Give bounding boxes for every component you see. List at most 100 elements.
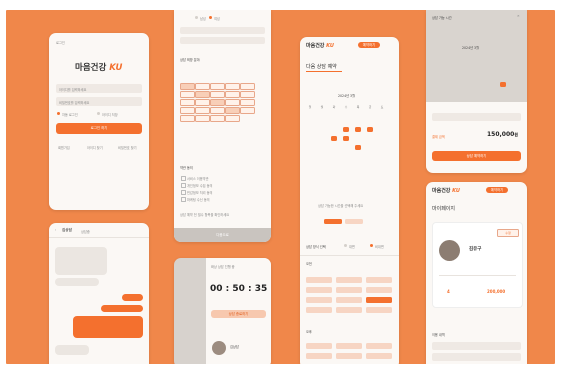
gender-radio-male[interactable] — [195, 16, 198, 19]
method-radio-online[interactable] — [370, 244, 373, 247]
gender-radio-female[interactable] — [209, 16, 212, 19]
price-unit: 원 — [514, 132, 519, 137]
time-slot[interactable] — [366, 277, 392, 283]
time-slot[interactable] — [366, 343, 392, 349]
topic-tag[interactable] — [225, 107, 240, 114]
brand-name: 마음건강 — [432, 188, 451, 194]
time-slot[interactable] — [366, 353, 392, 359]
topic-tag[interactable] — [195, 99, 210, 106]
topic-tag[interactable] — [210, 83, 225, 90]
time-slot[interactable] — [306, 353, 332, 359]
date-selected[interactable] — [355, 127, 361, 132]
date-selected[interactable] — [343, 127, 349, 132]
user-name: 김유구 — [469, 247, 482, 252]
history-item[interactable] — [432, 342, 521, 350]
avatar — [212, 341, 226, 355]
time-slot[interactable] — [336, 343, 362, 349]
divider — [49, 237, 149, 238]
agree-checkbox[interactable] — [181, 183, 186, 188]
time-slot[interactable] — [306, 307, 332, 313]
topic-tag[interactable] — [195, 83, 210, 90]
time-slot[interactable] — [366, 287, 392, 293]
close-icon[interactable]: ✕ — [517, 14, 520, 18]
topic-tag[interactable] — [180, 115, 195, 122]
topic-tag[interactable] — [180, 91, 195, 98]
date-selected[interactable] — [500, 82, 506, 87]
weekday-label: 일 — [308, 105, 312, 109]
pay-button[interactable]: 상담 예약하기 — [432, 151, 521, 161]
signup-link[interactable]: 회원가입 — [58, 145, 70, 150]
end-session-button[interactable]: 상담 종료하기 — [211, 310, 266, 318]
topic-tag[interactable] — [225, 83, 240, 90]
topic-tag[interactable] — [240, 107, 255, 114]
topic-tag[interactable] — [225, 99, 240, 106]
topic-tag[interactable] — [195, 115, 210, 122]
id-input[interactable]: 아이디를 입력하세요 — [56, 84, 142, 93]
topic-tag[interactable] — [180, 107, 195, 114]
topic-tag[interactable] — [240, 91, 255, 98]
topic-tag[interactable] — [240, 83, 255, 90]
chat-screen: ‹ 김상담 상담중 — [49, 223, 149, 364]
history-item[interactable] — [432, 353, 521, 361]
agree-checkbox[interactable] — [181, 197, 186, 202]
find-password-link[interactable]: 비밀번호 찾기 — [118, 145, 137, 150]
topic-tag[interactable] — [195, 91, 210, 98]
topic-tag[interactable] — [210, 115, 225, 122]
brand-mark: KU — [109, 63, 123, 73]
reserve-header-button[interactable]: 예약하기 — [486, 187, 508, 193]
time-slot[interactable] — [336, 277, 362, 283]
topic-tag[interactable] — [225, 91, 240, 98]
brand-logo-small: 마음건강 KU — [306, 42, 334, 49]
time-slot[interactable] — [366, 307, 392, 313]
time-chip[interactable] — [345, 219, 363, 224]
method-offline-label: 대면 — [349, 244, 355, 249]
form-field[interactable] — [180, 27, 265, 34]
mypage-screen: 마음건강 KU 예약하기 마이페이지 수정 김유구 4 200,000 이용 내… — [426, 182, 527, 364]
session-header: 화상 상담 진행 중 — [211, 265, 235, 269]
section-pm-label: 오후 — [306, 330, 312, 334]
time-slot-selected[interactable] — [366, 297, 392, 303]
time-slot[interactable] — [306, 287, 332, 293]
time-chip[interactable] — [324, 219, 342, 224]
brand-mark: KU — [452, 188, 460, 194]
back-icon[interactable]: ‹ — [55, 228, 56, 232]
topic-tag[interactable] — [210, 91, 225, 98]
reserve-header-button[interactable]: 예약하기 — [358, 42, 380, 48]
time-slot[interactable] — [336, 297, 362, 303]
topic-tag[interactable] — [180, 99, 195, 106]
time-slot[interactable] — [306, 277, 332, 283]
remember-radio[interactable] — [57, 112, 60, 115]
date-selected[interactable] — [355, 145, 361, 150]
time-slot[interactable] — [306, 343, 332, 349]
save-id-radio[interactable] — [97, 112, 100, 115]
method-radio-offline[interactable] — [344, 244, 347, 247]
topic-tag[interactable] — [240, 99, 255, 106]
date-selected[interactable] — [331, 136, 337, 141]
agree-checkbox[interactable] — [181, 190, 186, 195]
topic-tag[interactable] — [180, 83, 195, 90]
time-slot[interactable] — [336, 307, 362, 313]
login-button[interactable]: 로그인 하기 — [56, 123, 142, 134]
time-slot[interactable] — [336, 353, 362, 359]
brand-mark: KU — [326, 43, 334, 49]
find-id-link[interactable]: 아이디 찾기 — [87, 145, 103, 150]
password-input[interactable]: 비밀번호를 입력하세요 — [56, 97, 142, 106]
edit-button[interactable]: 수정 — [497, 229, 519, 237]
topic-tag[interactable] — [225, 115, 240, 122]
save-id-label: 아이디 저장 — [102, 112, 118, 117]
date-selected[interactable] — [343, 136, 349, 141]
timer-panel: 화상 상담 진행 중 00 : 50 : 35 상담 종료하기 김상담 — [206, 258, 271, 364]
next-button[interactable]: 다음으로 — [174, 228, 271, 242]
form-field[interactable] — [180, 37, 265, 44]
date-selected[interactable] — [367, 127, 373, 132]
time-slot[interactable] — [306, 297, 332, 303]
topic-tag[interactable] — [210, 107, 225, 114]
topic-tag[interactable] — [195, 107, 210, 114]
counselor-name: 김상담 — [230, 345, 239, 349]
section-am-label: 오전 — [306, 262, 312, 266]
weekday-label: 토 — [380, 105, 384, 109]
message-outgoing — [73, 316, 143, 338]
topic-tag[interactable] — [210, 99, 225, 106]
agree-checkbox[interactable] — [181, 176, 186, 181]
time-slot[interactable] — [336, 287, 362, 293]
